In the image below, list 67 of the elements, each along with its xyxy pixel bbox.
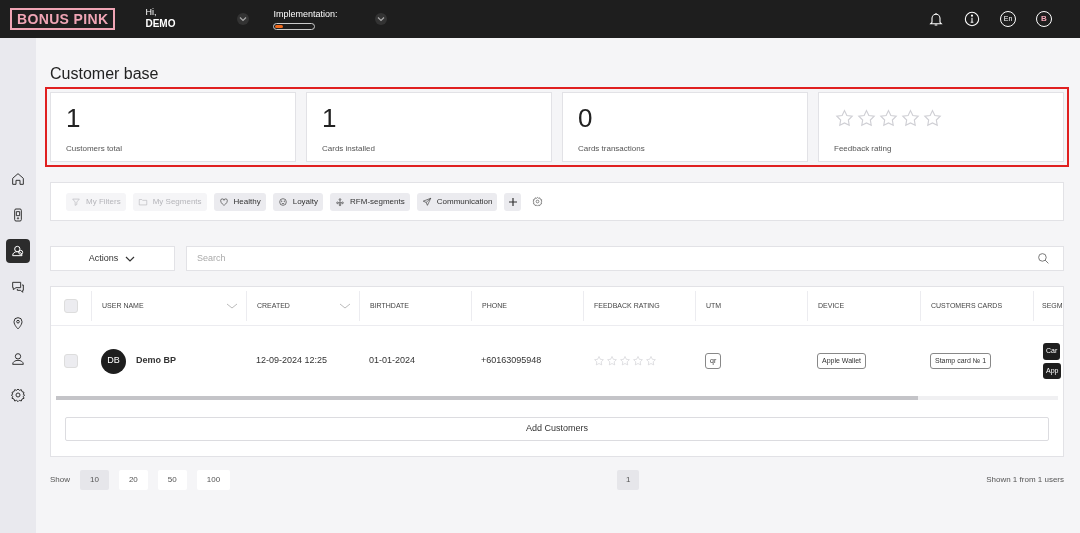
- stat-label: Cards installed: [322, 143, 376, 155]
- filter-chip[interactable]: RFM-segments: [330, 192, 410, 211]
- page-size-option[interactable]: 20: [118, 470, 148, 490]
- nodes-icon: [335, 196, 346, 207]
- chat-icon: [10, 279, 26, 295]
- pagination-summary: Shown 1 from 1 users: [986, 474, 1064, 486]
- select-all-checkbox[interactable]: [64, 299, 78, 313]
- star-icon: [619, 355, 631, 367]
- stat-label: Cards transactions: [578, 143, 646, 155]
- filter-chip[interactable]: Communication: [416, 192, 498, 211]
- stat-value: 0: [578, 103, 594, 133]
- star-icon: [922, 107, 943, 129]
- plus-icon: [507, 196, 518, 207]
- add-filter-button[interactable]: [504, 192, 522, 211]
- settings-icon: [10, 387, 26, 403]
- page-title: Customer base: [50, 64, 160, 84]
- add-customers-button[interactable]: Add Customers: [65, 417, 1049, 441]
- table-cell: 01-01-2024: [369, 355, 416, 366]
- user-menu-button[interactable]: [237, 13, 250, 25]
- implementation-menu-button[interactable]: [375, 13, 388, 25]
- star-icon: [593, 355, 605, 367]
- page-button[interactable]: 1: [616, 470, 640, 490]
- stat-value: 1: [322, 103, 338, 133]
- logo[interactable]: BONUS PINK: [10, 8, 116, 30]
- star-icon: [878, 107, 899, 129]
- star-icon: [834, 107, 855, 129]
- star-icon: [606, 355, 618, 367]
- table-cell: +60163095948: [481, 355, 542, 366]
- paper-plane-icon: [421, 196, 432, 207]
- page-size-option[interactable]: 10: [80, 470, 109, 490]
- folder-icon: [137, 196, 148, 207]
- table-cell: 12-09-2024 12:25: [256, 355, 328, 366]
- star-icon: [900, 107, 921, 129]
- horizontal-scrollbar[interactable]: [56, 396, 1058, 400]
- page-size-option[interactable]: 100: [196, 470, 231, 490]
- user-icon: [10, 351, 26, 367]
- info-icon[interactable]: [964, 11, 980, 27]
- actions-dropdown[interactable]: Actions: [50, 246, 175, 271]
- stat-value: 1: [66, 103, 82, 133]
- user-name: DEMO: [145, 18, 176, 31]
- implementation-label: Implementation:: [273, 7, 338, 21]
- stat-label: Feedback rating: [834, 143, 893, 155]
- greeting: Hi,: [145, 7, 158, 19]
- star-icon: [856, 107, 877, 129]
- heart-icon: [218, 196, 229, 207]
- filter-chip[interactable]: Loyalty: [272, 192, 324, 211]
- settings-icon: [532, 196, 544, 207]
- home-icon: [10, 171, 26, 187]
- sidebar-item[interactable]: [6, 239, 30, 263]
- location-pin-icon: [10, 315, 26, 331]
- funnel-icon: [71, 196, 81, 207]
- chevron-down-icon: [238, 14, 249, 24]
- search-icon: [1037, 252, 1050, 265]
- star-icon: [645, 355, 657, 367]
- show-label: Show: [50, 474, 70, 486]
- page-size-option[interactable]: 50: [157, 470, 187, 490]
- bell-icon[interactable]: [928, 11, 944, 27]
- people-icon: [10, 243, 26, 259]
- smiley-icon: [277, 196, 288, 207]
- stat-label: Customers total: [66, 143, 124, 155]
- search-field[interactable]: Search: [186, 246, 1064, 271]
- row-checkbox[interactable]: [64, 354, 78, 368]
- avatar-initials: DB: [101, 348, 126, 374]
- chevron-down-icon: [376, 14, 387, 24]
- star-icon: [632, 355, 644, 367]
- user-name-cell[interactable]: Demo BP: [136, 354, 176, 368]
- filter-chip[interactable]: Healthy: [213, 192, 266, 211]
